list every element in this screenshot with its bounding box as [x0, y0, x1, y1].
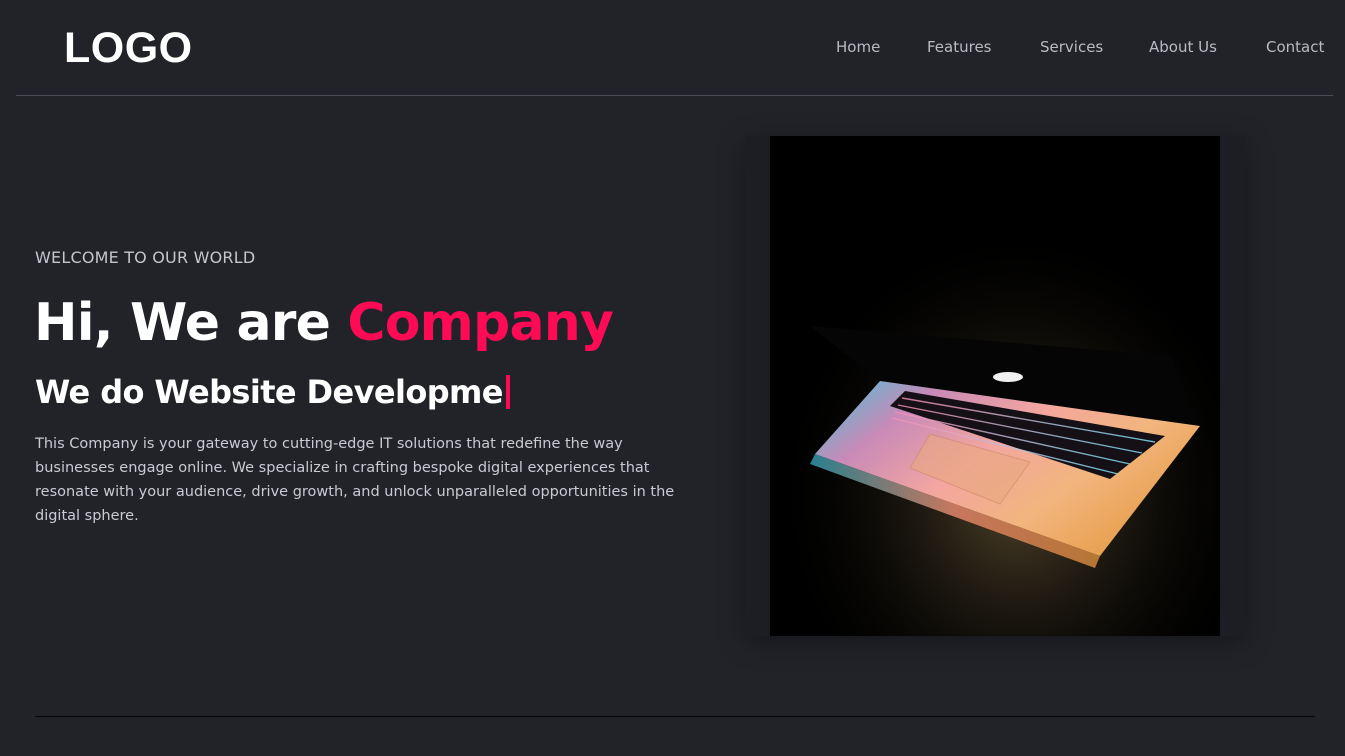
main-nav: Home Features Services About Us Contact — [0, 37, 1345, 59]
nav-link-about-us[interactable]: About Us — [1149, 37, 1217, 57]
laptop-photo — [770, 136, 1220, 636]
hero-subtitle: We do Website Developme — [35, 370, 510, 414]
nav-link-features[interactable]: Features — [927, 37, 992, 57]
hero-eyebrow: WELCOME TO OUR WORLD — [35, 248, 256, 267]
landing-page: LOGO Home Features Services About Us Con… — [0, 0, 1345, 756]
nav-link-services[interactable]: Services — [1040, 37, 1103, 57]
header-divider — [16, 95, 1333, 96]
typing-cursor — [505, 375, 510, 409]
hero-title-prefix: Hi, We are — [34, 293, 348, 353]
hero-image-card — [745, 136, 1245, 636]
hero-title: Hi, We are Company — [34, 290, 614, 356]
laptop-illustration — [770, 136, 1220, 636]
hero-subtitle-text: We do Website Developme — [35, 373, 503, 411]
nav-link-home[interactable]: Home — [836, 37, 880, 57]
hero-title-accent: Company — [347, 293, 614, 353]
bottom-divider — [35, 716, 1315, 717]
hero-description: This Company is your gateway to cutting-… — [35, 436, 675, 524]
nav-link-contact[interactable]: Contact — [1266, 37, 1324, 57]
